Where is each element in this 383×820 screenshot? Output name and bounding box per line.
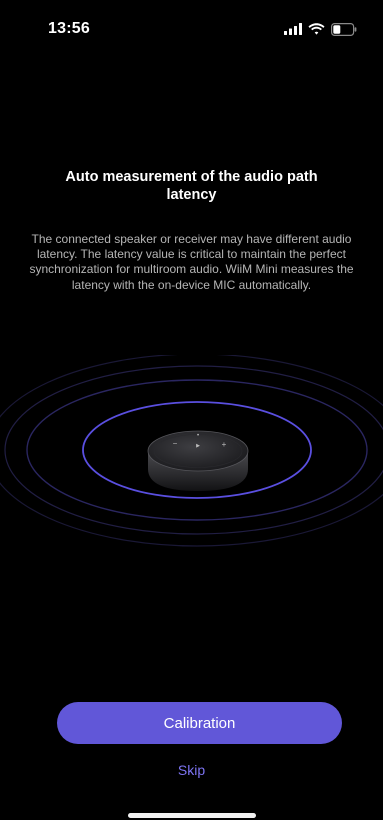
speaker-calibration-illustration: − + • ▶ — [0, 355, 383, 547]
speaker-device: − + • ▶ — [147, 430, 249, 491]
indicator-dot-icon: • — [197, 433, 199, 439]
calibration-button[interactable]: Calibration — [57, 702, 342, 744]
page-description: The connected speaker or receiver may ha… — [29, 232, 354, 292]
status-bar: 13:56 — [0, 0, 383, 44]
cellular-signal-icon — [284, 23, 302, 35]
volume-down-icon: − — [173, 439, 178, 448]
status-time: 13:56 — [48, 20, 90, 37]
wifi-icon — [308, 23, 325, 35]
volume-up-icon: + — [222, 440, 227, 449]
skip-link[interactable]: Skip — [150, 762, 233, 778]
play-pause-icon: ▶ — [196, 443, 200, 449]
home-indicator[interactable] — [128, 813, 256, 818]
page-title: Auto measurement of the audio path laten… — [65, 169, 318, 203]
status-icons — [284, 19, 357, 39]
battery-icon — [331, 22, 357, 36]
